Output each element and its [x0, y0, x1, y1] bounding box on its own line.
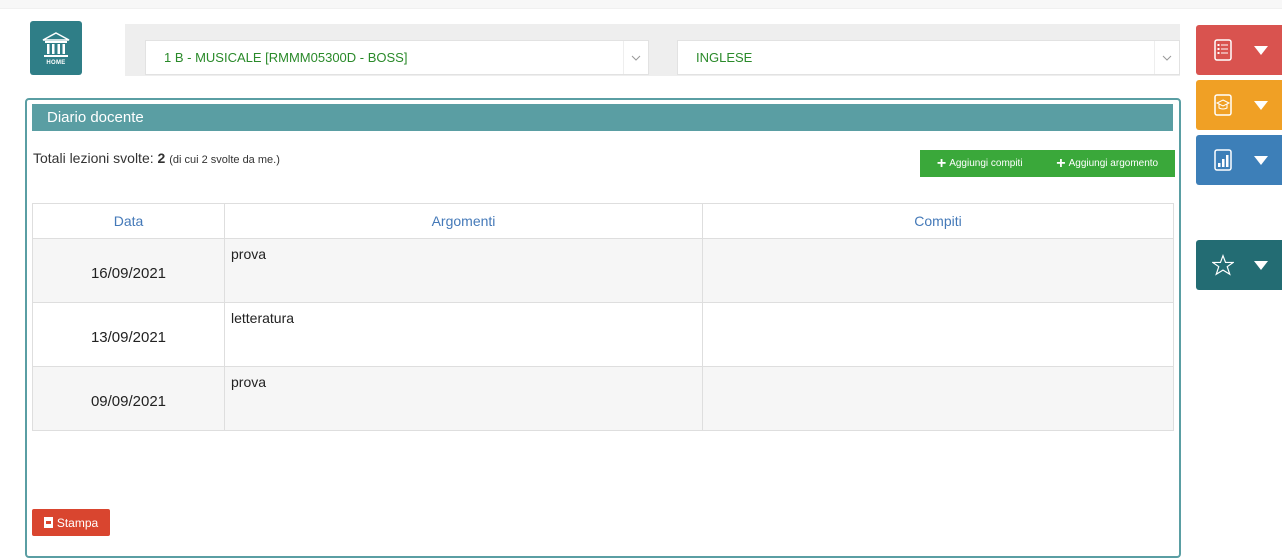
- top-strip: [0, 0, 1282, 9]
- totals-label: Totali lezioni svolte:: [33, 150, 158, 166]
- checklist-icon: [1212, 39, 1234, 61]
- topic-cell: prova: [224, 238, 703, 303]
- print-button[interactable]: Stampa: [32, 509, 110, 536]
- subject-select[interactable]: INGLESE: [677, 40, 1180, 75]
- panel-title: Diario docente: [47, 109, 144, 126]
- caret-down-icon: [1254, 45, 1268, 55]
- add-topic-button[interactable]: + Aggiungi argomento: [1056, 154, 1159, 172]
- diary-table: Data Argomenti Compiti 16/09/2021 prova …: [32, 203, 1174, 431]
- home-label: HOME: [46, 59, 66, 66]
- caret-down-icon: [1254, 155, 1268, 165]
- star-icon: [1212, 254, 1234, 276]
- add-homework-button[interactable]: + Aggiungi compiti: [936, 154, 1023, 172]
- date-cell: 09/09/2021: [32, 366, 225, 431]
- add-topic-label: Aggiungi argomento: [1068, 158, 1159, 169]
- side-menu-statistics-button[interactable]: [1196, 135, 1282, 185]
- home-button[interactable]: HOME: [30, 21, 82, 75]
- print-label: Stampa: [56, 515, 99, 530]
- homework-cell: [702, 302, 1174, 367]
- totals-count: 2: [157, 150, 166, 166]
- pdf-icon: [43, 517, 53, 528]
- lessons-total: Totali lezioni svolte: 2 (di cui 2 svolt…: [33, 150, 280, 166]
- column-header-topics[interactable]: Argomenti: [224, 203, 703, 239]
- add-homework-label: Aggiungi compiti: [949, 158, 1023, 169]
- date-cell: 16/09/2021: [32, 238, 225, 303]
- bar-chart-icon: [1212, 149, 1234, 171]
- plus-icon: +: [936, 154, 947, 172]
- column-header-homework[interactable]: Compiti: [702, 203, 1174, 239]
- side-menu-favorites-button[interactable]: [1196, 240, 1282, 290]
- caret-down-icon: [1254, 100, 1268, 110]
- action-bar: + Aggiungi compiti + Aggiungi argomento: [920, 150, 1175, 177]
- date-cell: 13/09/2021: [32, 302, 225, 367]
- table-header-row: Data Argomenti Compiti: [32, 203, 1174, 239]
- side-menu-didactics-button[interactable]: [1196, 80, 1282, 130]
- totals-note: (di cui 2 svolte da me.): [169, 154, 280, 166]
- column-header-date[interactable]: Data: [32, 203, 225, 239]
- class-select[interactable]: 1 B - MUSICALE [RMMM05300D - BOSS]: [145, 40, 649, 75]
- side-menu-registers-button[interactable]: [1196, 25, 1282, 75]
- chevron-down-icon: [623, 41, 648, 74]
- panel-header: Diario docente: [32, 104, 1173, 131]
- plus-icon: +: [1056, 154, 1066, 172]
- class-select-value: 1 B - MUSICALE [RMMM05300D - BOSS]: [164, 50, 408, 65]
- graduation-cap-icon: [1212, 94, 1234, 116]
- subject-select-value: INGLESE: [696, 50, 753, 65]
- homework-cell: [702, 238, 1174, 303]
- homework-cell: [702, 366, 1174, 431]
- caret-down-icon: [1254, 260, 1268, 270]
- topic-cell: prova: [224, 366, 703, 431]
- table-row[interactable]: 09/09/2021 prova: [32, 366, 1174, 431]
- table-row[interactable]: 16/09/2021 prova: [32, 238, 1174, 303]
- chevron-down-icon: [1154, 41, 1179, 74]
- school-building-icon: [41, 31, 71, 59]
- topic-cell: letteratura: [224, 302, 703, 367]
- table-row[interactable]: 13/09/2021 letteratura: [32, 302, 1174, 367]
